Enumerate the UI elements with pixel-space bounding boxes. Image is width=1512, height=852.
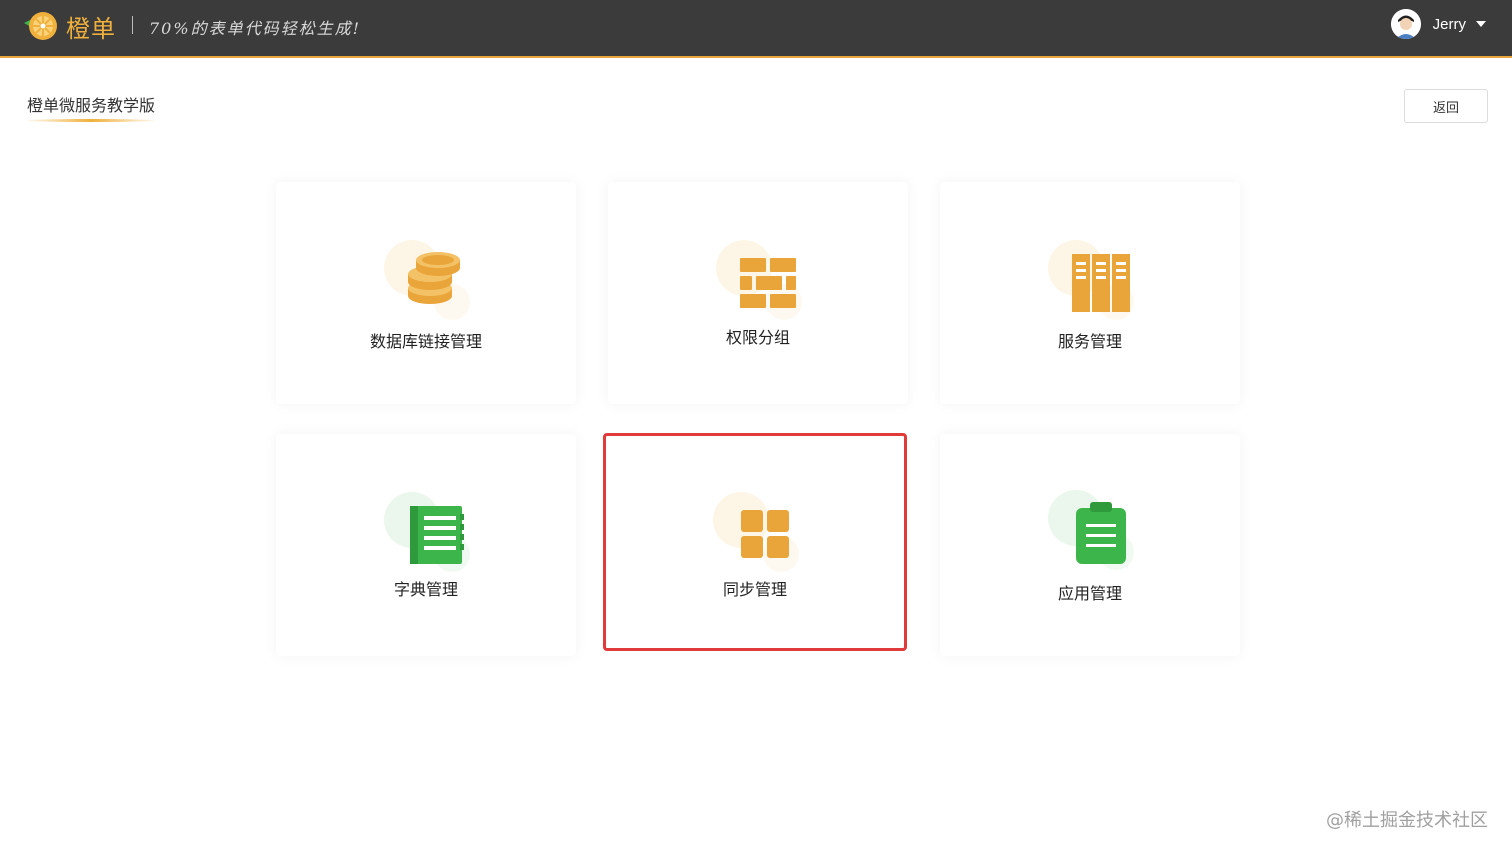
user-avatar-icon — [1390, 9, 1421, 39]
card-application-management[interactable]: 应用管理 — [940, 434, 1240, 656]
username: Jerry — [1432, 15, 1466, 33]
page-title: 橙单微服务教学版 — [27, 92, 156, 122]
header-divider — [132, 16, 133, 34]
brick-wall-icon — [740, 258, 796, 308]
books-icon — [1072, 254, 1130, 312]
card-label: 同步管理 — [722, 580, 787, 599]
chevron-down-icon — [1476, 21, 1486, 27]
card-label: 数据库链接管理 — [369, 332, 482, 351]
card-label: 应用管理 — [1057, 584, 1122, 603]
card-database-link-management[interactable]: 数据库链接管理 — [276, 182, 576, 404]
avatar — [1390, 9, 1421, 39]
card-label: 字典管理 — [393, 580, 458, 599]
orange-logo-icon — [24, 12, 57, 40]
database-icon — [408, 252, 460, 304]
card-service-management[interactable]: 服务管理 — [940, 182, 1240, 404]
card-dictionary-management[interactable]: 字典管理 — [276, 434, 576, 656]
watermark: @稀土掘金技术社区 — [1326, 810, 1488, 831]
top-bar: 橙单 70%的表单代码轻松生成! Jerry — [0, 0, 1512, 58]
grid-icon — [741, 510, 789, 558]
brand-name: 橙单 — [66, 15, 116, 43]
user-menu[interactable]: Jerry — [1390, 9, 1486, 39]
slogan: 70%的表单代码轻松生成! — [149, 19, 361, 38]
card-label: 服务管理 — [1057, 332, 1122, 351]
card-sync-management[interactable]: 同步管理 — [603, 433, 907, 651]
clipboard-icon — [1076, 502, 1126, 564]
card-permission-groups[interactable]: 权限分组 — [608, 182, 908, 404]
book-icon — [410, 506, 464, 564]
card-label: 权限分组 — [725, 328, 790, 347]
back-button[interactable]: 返回 — [1404, 89, 1488, 123]
